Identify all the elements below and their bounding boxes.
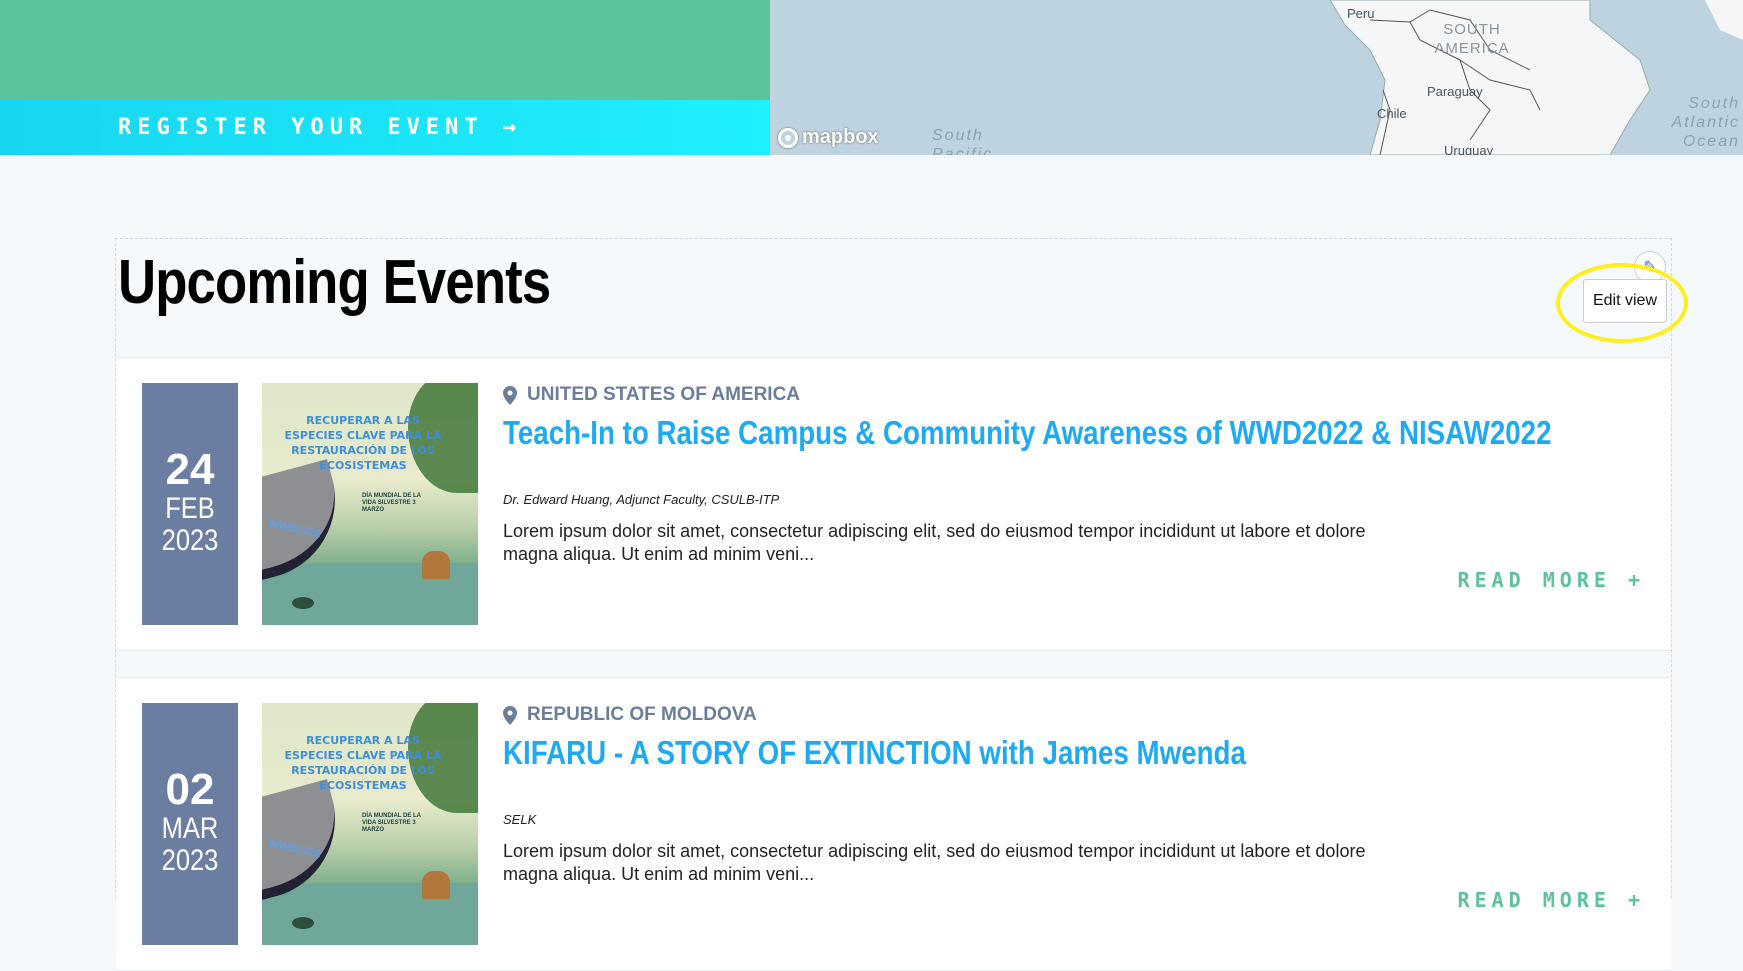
event-image[interactable]: RECUPERAR A LAS ESPECIES CLAVE PARA LA R… [262,383,478,625]
event-organizer: SELK [503,812,537,827]
register-event-link[interactable]: REGISTER YOUR EVENT → [0,100,770,155]
event-organizer: Dr. Edward Huang, Adjunct Faculty, CSULB… [503,492,780,507]
event-card: 24 FEB 2023 RECUPERAR A LAS ESPECIES CLA… [116,357,1671,651]
highlight-annotation [1556,263,1688,343]
event-card: 02 MAR 2023 RECUPERAR A LAS ESPECIES CLA… [116,677,1671,971]
event-title-link[interactable]: Teach-In to Raise Campus & Community Awa… [503,414,1551,452]
event-month: MAR [161,812,219,845]
event-year: 2023 [161,524,219,557]
hero-banner [0,0,770,100]
map-land [1329,0,1743,155]
event-year: 2023 [161,844,219,877]
map-label-south-atlantic: South Atlantic Ocean [1671,95,1740,150]
event-image[interactable]: RECUPERAR A LAS ESPECIES CLAVE PARA LA R… [262,703,478,945]
location-pin-icon [503,385,517,405]
event-location: UNITED STATES OF AMERICA [503,384,800,406]
event-image-text: RECUPERAR A LAS ESPECIES CLAVE PARA LA R… [284,734,442,792]
section-title: Upcoming Events [118,248,551,317]
map-label-chile: Chile [1377,106,1407,121]
event-country: REPUBLIC OF MOLDOVA [527,704,757,725]
mapbox-text: mapbox [802,126,879,148]
world-map[interactable]: Peru SOUTH AMERICA Paraguay Chile Urugua… [770,0,1743,155]
event-title-link[interactable]: KIFARU - A STORY OF EXTINCTION with Jame… [503,734,1246,772]
map-label-south-pacific: South Pacific [932,127,994,155]
event-country: UNITED STATES OF AMERICA [527,384,801,405]
map-label-paraguay: Paraguay [1427,84,1483,99]
map-label-peru: Peru [1347,6,1375,21]
event-image-subtext: DÍA MUNDIAL DE LA VIDA SILVESTRE 3 MARZO [362,493,421,513]
upcoming-events-section: Upcoming Events ✎ Edit view 24 FEB 2023 … [115,238,1688,971]
event-day: 24 [165,445,215,494]
event-date: 24 FEB 2023 [142,383,238,625]
event-description: Lorem ipsum dolor sit amet, consectetur … [503,521,1366,564]
read-more-link[interactable]: READ MORE + [1458,888,1645,912]
event-location: REPUBLIC OF MOLDOVA [503,704,757,726]
map-label-uruguay: Uruguay [1444,143,1494,155]
register-event-label: REGISTER YOUR EVENT → [118,115,523,140]
location-pin-icon [503,705,517,725]
mapbox-logo[interactable]: mapbox [778,126,879,149]
event-date: 02 MAR 2023 [142,703,238,945]
map-label-south-america: SOUTH AMERICA [1434,21,1510,57]
event-description: Lorem ipsum dolor sit amet, consectetur … [503,841,1366,884]
read-more-link[interactable]: READ MORE + [1458,568,1645,592]
event-day: 02 [165,765,215,814]
event-image-subtext: DÍA MUNDIAL DE LA VIDA SILVESTRE 3 MARZO [362,813,421,833]
event-month: FEB [165,492,215,525]
event-image-text: RECUPERAR A LAS ESPECIES CLAVE PARA LA R… [284,414,442,472]
mapbox-icon [778,127,798,148]
